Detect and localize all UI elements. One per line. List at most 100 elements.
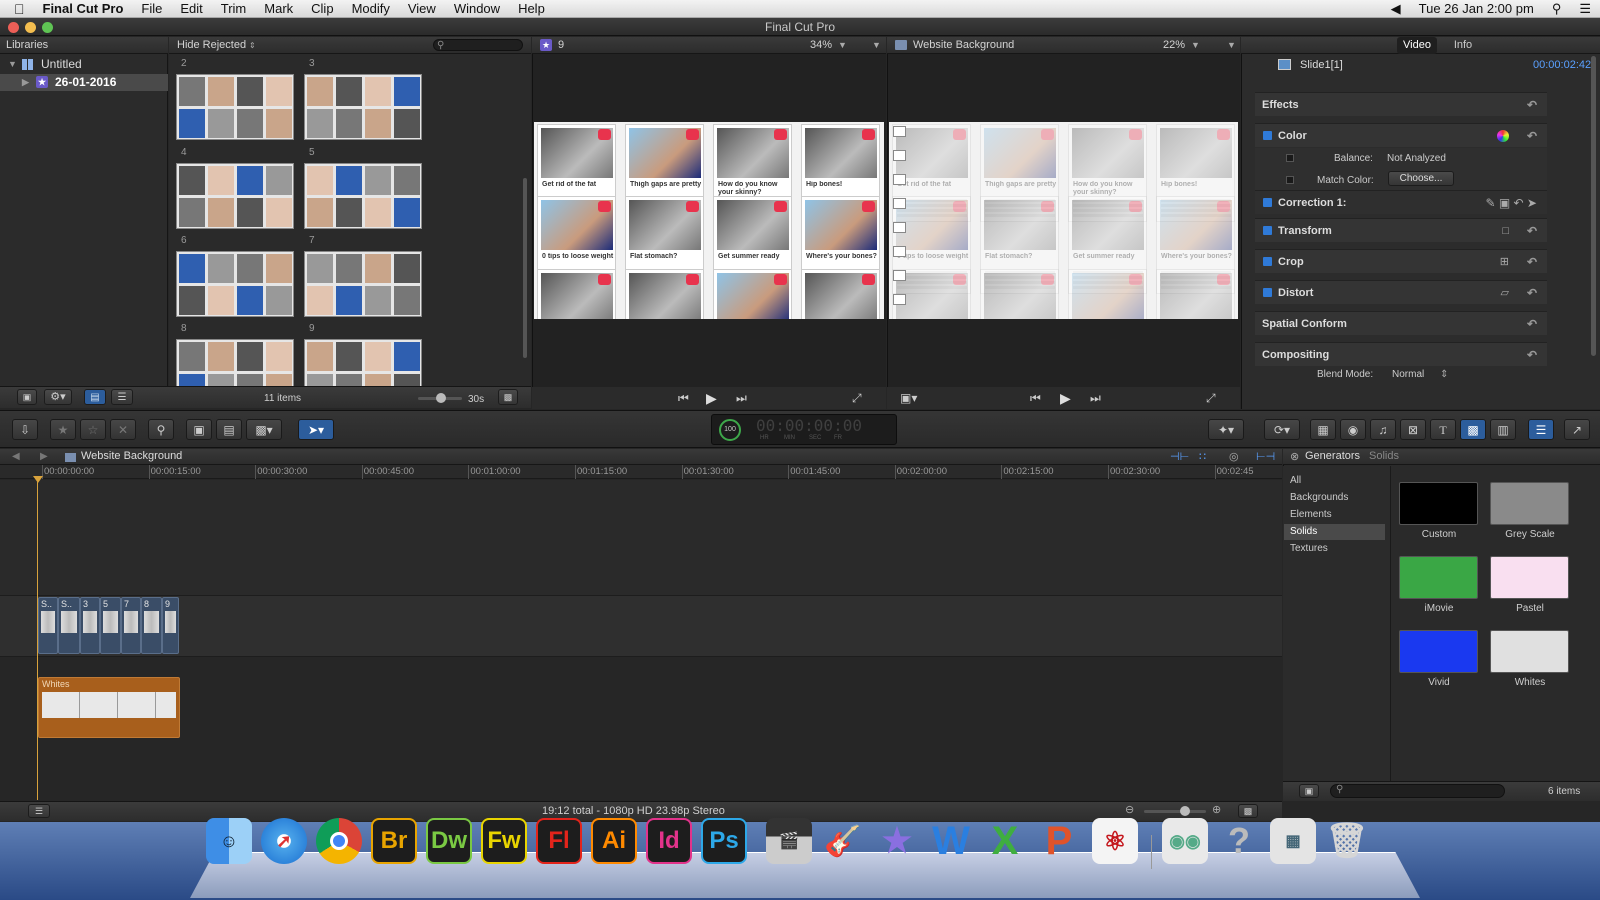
main-fullscreen-icon[interactable]: ⤢ bbox=[1206, 391, 1216, 406]
filmstrip-view-button[interactable]: ▤ bbox=[84, 389, 106, 405]
connect-clip-button[interactable]: ▣ bbox=[186, 419, 212, 440]
generators-browser-button[interactable]: ▩ bbox=[1460, 419, 1486, 440]
storyline-clip[interactable]: 9 bbox=[162, 597, 179, 654]
inspector-tab-info[interactable]: Info bbox=[1448, 37, 1478, 54]
minimize-window-button[interactable] bbox=[25, 22, 36, 33]
clip-appearance-timeline-button[interactable]: ▩ bbox=[1238, 804, 1258, 818]
main-next-edit-icon[interactable]: ⏭ bbox=[1090, 391, 1101, 406]
timeline-zoom-knob[interactable] bbox=[1180, 806, 1190, 816]
safari-icon[interactable]: ➚ bbox=[261, 818, 307, 864]
timeline-index-button[interactable]: ☰ bbox=[28, 804, 50, 818]
menu-clock[interactable]: Tue 26 Jan 2:00 pm bbox=[1410, 0, 1543, 18]
menu-edit[interactable]: Edit bbox=[171, 0, 211, 18]
compositing-reset-icon[interactable]: ↶ bbox=[1527, 343, 1537, 367]
crop-enable-checkbox[interactable] bbox=[1263, 257, 1272, 266]
crop-row[interactable]: Crop ⊞ ↶ bbox=[1255, 249, 1547, 273]
fullscreen-icon[interactable]: ⤢ bbox=[852, 391, 862, 406]
import-button[interactable]: ⇩ bbox=[12, 419, 38, 440]
preview-icon[interactable]: ◉◉ bbox=[1162, 818, 1208, 864]
main-play-icon[interactable]: ▶ bbox=[1060, 390, 1071, 407]
compositing-row[interactable]: Compositing ↶ bbox=[1255, 342, 1547, 366]
excel-icon[interactable]: X bbox=[982, 818, 1028, 864]
generator-category-all[interactable]: All bbox=[1284, 473, 1385, 489]
playhead[interactable] bbox=[37, 476, 38, 800]
zoom-window-button[interactable] bbox=[42, 22, 53, 33]
help-icon[interactable]: ? bbox=[1216, 818, 1262, 864]
menu-file[interactable]: File bbox=[132, 0, 171, 18]
filter-popup[interactable]: Hide Rejected bbox=[177, 37, 246, 54]
inspector-scrollbar[interactable] bbox=[1591, 56, 1596, 356]
generator-category-elements[interactable]: Elements bbox=[1284, 507, 1385, 523]
next-edit-icon[interactable]: ⏭ bbox=[736, 391, 747, 406]
browser-clip-thumbnail[interactable] bbox=[176, 339, 294, 387]
transitions-browser-button[interactable]: ⊠ bbox=[1400, 419, 1426, 440]
trash-icon[interactable]: 🗑 bbox=[1324, 818, 1370, 864]
generator-swatch[interactable] bbox=[1490, 482, 1569, 525]
menu-app-name[interactable]: Final Cut Pro bbox=[34, 0, 133, 18]
main-viewer-zoom[interactable]: 22% bbox=[1163, 37, 1185, 54]
photos-browser-button[interactable]: ◉ bbox=[1340, 419, 1366, 440]
generator-category-solids[interactable]: Solids bbox=[1284, 524, 1385, 540]
library-row[interactable]: ▼ Untitled bbox=[0, 56, 168, 73]
menu-window[interactable]: Window bbox=[445, 0, 509, 18]
timeline-forward-icon[interactable]: ▶ bbox=[40, 451, 48, 462]
filter-arrows-icon[interactable]: ⇕ bbox=[249, 37, 256, 54]
timeline-ruler[interactable]: 00:00:00:00 00:00:15:00 00:00:30:00 00:00:4… bbox=[0, 465, 1282, 479]
browser-clip-thumbnail[interactable] bbox=[176, 251, 294, 317]
spatial-conform-row[interactable]: Spatial Conform ↶ bbox=[1255, 311, 1547, 335]
browser-search-field[interactable] bbox=[433, 39, 523, 51]
menu-view[interactable]: View bbox=[399, 0, 445, 18]
adobe-app-icon[interactable]: Fw bbox=[481, 818, 527, 864]
main-previous-edit-icon[interactable]: ⏮ bbox=[1030, 391, 1041, 406]
adobe-app-icon[interactable]: Fl bbox=[536, 818, 582, 864]
audio-skimming-icon[interactable]: ∷ bbox=[1199, 450, 1206, 463]
menu-clip[interactable]: Clip bbox=[302, 0, 342, 18]
transform-enable-checkbox[interactable] bbox=[1263, 226, 1272, 235]
distort-row[interactable]: Distort ▱ ↶ bbox=[1255, 280, 1547, 304]
event-row[interactable]: ▶ ★ 26-01-2016 bbox=[0, 74, 168, 91]
inspector-toggle-button[interactable]: ☰ bbox=[1528, 419, 1554, 440]
correction-row[interactable]: Correction 1: ✎ ▣ ↶ ➤ bbox=[1255, 190, 1547, 214]
zoom-menu-arrow-icon[interactable]: ▼ bbox=[838, 37, 847, 54]
generator-category-textures[interactable]: Textures bbox=[1284, 541, 1385, 557]
generator-swatch[interactable] bbox=[1490, 630, 1569, 673]
distort-enable-checkbox[interactable] bbox=[1263, 288, 1272, 297]
clip-appearance-button[interactable]: ▩ bbox=[498, 389, 518, 405]
volume-icon[interactable]: ◀ bbox=[1382, 0, 1410, 18]
powerpoint-icon[interactable]: P bbox=[1036, 818, 1082, 864]
solo-icon[interactable]: ◎ bbox=[1229, 450, 1239, 463]
whites-clip[interactable]: Whites bbox=[38, 677, 180, 738]
color-board-icon[interactable] bbox=[1497, 130, 1509, 142]
append-clip-button[interactable]: ▩▾ bbox=[246, 419, 282, 440]
titles-browser-button[interactable]: T bbox=[1430, 419, 1456, 440]
timeline-zoom-in-icon[interactable]: ⊕ bbox=[1212, 803, 1221, 816]
browser-clip-thumbnail[interactable] bbox=[304, 251, 422, 317]
blend-mode-arrows-icon[interactable]: ⇕ bbox=[1440, 369, 1448, 380]
crop-reset-icon[interactable]: ↶ bbox=[1527, 250, 1537, 274]
crop-onscreen-icon[interactable]: ⊞ bbox=[1500, 250, 1509, 274]
themes-browser-button[interactable]: ▥ bbox=[1490, 419, 1516, 440]
snapping-icon[interactable]: ⊢⊣ bbox=[1256, 450, 1275, 463]
insert-clip-button[interactable]: ▤ bbox=[216, 419, 242, 440]
storyline-clip[interactable]: 8 bbox=[141, 597, 162, 654]
storyline-clip[interactable]: S.. bbox=[58, 597, 80, 654]
effects-section[interactable]: Effects ↶ bbox=[1255, 92, 1547, 116]
storyline-clip[interactable]: S.. bbox=[38, 597, 58, 654]
timeline-zoom-slider[interactable] bbox=[1144, 810, 1206, 813]
browser-clip-thumbnail[interactable] bbox=[304, 339, 422, 387]
transform-onscreen-icon[interactable]: □ bbox=[1502, 219, 1509, 243]
retime-button[interactable]: ⟳▾ bbox=[1264, 419, 1300, 440]
favorite-button[interactable]: ★ bbox=[50, 419, 76, 440]
adobe-app-icon[interactable]: Id bbox=[646, 818, 692, 864]
storyline-clip[interactable]: 5 bbox=[100, 597, 121, 654]
generator-swatch[interactable] bbox=[1490, 556, 1569, 599]
close-window-button[interactable] bbox=[8, 22, 19, 33]
transform-row[interactable]: Transform □ ↶ bbox=[1255, 218, 1547, 242]
correction-actions-icon[interactable]: ✎ ▣ ↶ ➤ bbox=[1485, 191, 1537, 215]
playhead-handle[interactable] bbox=[33, 476, 43, 483]
transform-menu-icon[interactable]: ▣▾ bbox=[900, 391, 917, 405]
browser-clip-thumbnail[interactable] bbox=[304, 74, 422, 140]
spatial-conform-reset-icon[interactable]: ↶ bbox=[1527, 312, 1537, 336]
distort-reset-icon[interactable]: ↶ bbox=[1527, 281, 1537, 305]
storyline-clip[interactable]: 3 bbox=[80, 597, 100, 654]
